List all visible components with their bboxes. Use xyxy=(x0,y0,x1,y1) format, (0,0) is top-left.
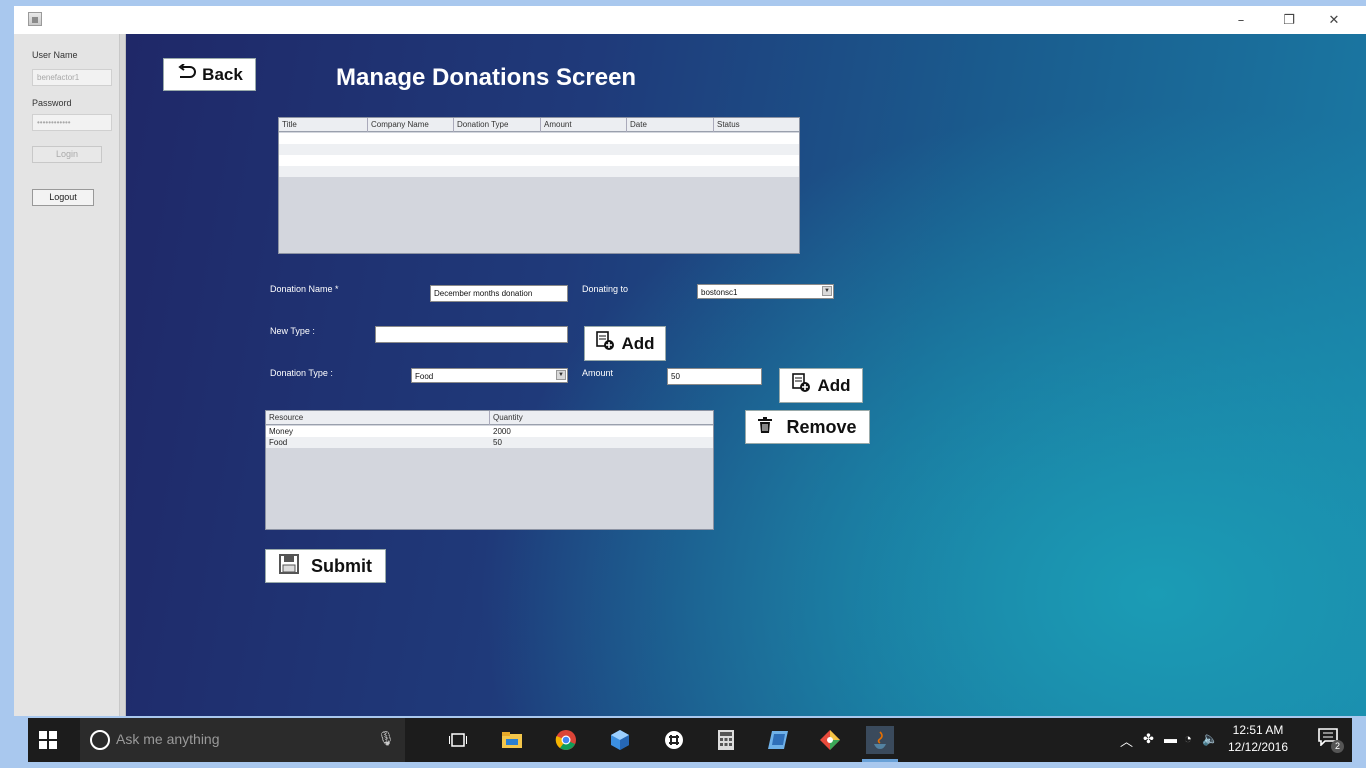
column-amount[interactable]: Amount xyxy=(541,118,627,132)
cortana-search-box[interactable]: Ask me anything 🎙 xyxy=(80,718,405,762)
column-resource[interactable]: Resource xyxy=(266,411,490,425)
table-row[interactable]: Food 50 xyxy=(266,437,713,448)
resource-cell: Food xyxy=(269,438,288,447)
column-date[interactable]: Date xyxy=(627,118,714,132)
java-app-icon xyxy=(28,12,42,26)
chevron-up-icon[interactable]: ︿ xyxy=(1120,731,1133,750)
add-document-icon xyxy=(595,331,615,356)
donation-name-label: Donation Name * xyxy=(270,284,339,294)
wifi-icon[interactable]: ◔ xyxy=(1184,731,1192,746)
remove-label: Remove xyxy=(786,416,857,437)
new-type-label: New Type : xyxy=(270,326,315,336)
password-field[interactable]: •••••••••••• xyxy=(32,114,112,131)
resource-cell: Money xyxy=(269,427,294,436)
resources-table-header: Resource Quantity xyxy=(266,411,713,425)
calculator-icon[interactable] xyxy=(712,726,740,754)
donating-to-value: bostonsc1 xyxy=(701,288,738,297)
manage-donations-panel: Back Manage Donations Screen Title Compa… xyxy=(126,34,1366,716)
username-field[interactable]: benefactor1 xyxy=(32,69,112,86)
column-status[interactable]: Status xyxy=(714,118,799,132)
notebook-app-icon[interactable] xyxy=(764,726,792,754)
windows-taskbar: Ask me anything 🎙 ︿ ✤ ▬ ◔ 🔈 12:51 AM 12/… xyxy=(28,718,1352,762)
battery-icon[interactable]: ▬ xyxy=(1164,731,1177,746)
java-app-taskbar-icon[interactable] xyxy=(862,726,898,762)
clock-date[interactable]: 12/12/2016 xyxy=(1218,740,1298,754)
task-view-icon[interactable] xyxy=(444,726,472,754)
amount-input[interactable]: 50 xyxy=(667,368,762,385)
add-resource-button[interactable]: Add xyxy=(779,368,863,403)
logout-button[interactable]: Logout xyxy=(32,189,94,206)
donating-to-label: Donating to xyxy=(582,284,629,294)
add-document-icon xyxy=(791,373,811,398)
page-title: Manage Donations Screen xyxy=(336,64,637,91)
windows-start-icon[interactable] xyxy=(38,730,58,750)
quantity-cell: 2000 xyxy=(493,427,511,436)
git-app-icon[interactable] xyxy=(816,726,844,754)
chevron-down-icon: ▼ xyxy=(822,286,832,296)
action-center-icon[interactable]: 2 xyxy=(1318,728,1344,753)
clock-time[interactable]: 12:51 AM xyxy=(1218,723,1298,737)
trash-icon xyxy=(758,416,773,438)
username-label: User Name xyxy=(32,50,78,60)
password-label: Password xyxy=(32,98,72,108)
add-type-button[interactable]: Add xyxy=(584,326,666,361)
undo-arrow-icon xyxy=(176,63,197,85)
donations-table[interactable]: Title Company Name Donation Type Amount … xyxy=(278,117,800,254)
new-type-input[interactable] xyxy=(375,326,568,343)
donation-type-label: Donation Type : xyxy=(270,368,333,378)
amount-label: Amount xyxy=(582,368,614,378)
column-quantity[interactable]: Quantity xyxy=(490,411,713,425)
column-company-name[interactable]: Company Name xyxy=(368,118,454,132)
back-label: Back xyxy=(202,64,243,84)
submit-label: Submit xyxy=(311,555,372,576)
submit-button[interactable]: Submit xyxy=(265,549,386,583)
network-app-icon[interactable]: ✤ xyxy=(1143,731,1154,747)
table-row[interactable] xyxy=(279,133,799,144)
login-button[interactable]: Login xyxy=(32,146,102,163)
table-row[interactable] xyxy=(279,144,799,155)
donation-name-input[interactable]: December months donation xyxy=(430,285,568,302)
restore-button[interactable]: ❐ xyxy=(1267,10,1311,32)
donating-to-dropdown[interactable]: bostonsc1 ▼ xyxy=(697,284,834,299)
login-panel: User Name benefactor1 Password •••••••••… xyxy=(14,34,120,716)
app-window: – ❐ ✕ User Name benefactor1 Password •••… xyxy=(14,6,1366,716)
close-button[interactable]: ✕ xyxy=(1312,10,1356,32)
save-floppy-icon xyxy=(279,553,299,579)
table-row[interactable]: Money 2000 xyxy=(266,426,713,437)
donation-type-value: Food xyxy=(415,372,434,381)
notification-count-badge: 2 xyxy=(1331,740,1344,753)
back-button[interactable]: Back xyxy=(163,58,256,91)
donations-table-header: Title Company Name Donation Type Amount … xyxy=(279,118,799,132)
slack-icon[interactable] xyxy=(660,726,688,754)
column-donation-type[interactable]: Donation Type xyxy=(454,118,541,132)
search-placeholder: Ask me anything xyxy=(116,731,220,747)
volume-icon[interactable]: 🔈 xyxy=(1202,731,1218,747)
microphone-icon[interactable]: 🎙 xyxy=(377,730,395,747)
donation-type-dropdown[interactable]: Food ▼ xyxy=(411,368,568,383)
table-row[interactable] xyxy=(279,166,799,177)
add-resource-label: Add xyxy=(817,375,851,395)
table-row[interactable] xyxy=(279,155,799,166)
file-explorer-icon[interactable] xyxy=(498,726,526,754)
cube-app-icon[interactable] xyxy=(606,726,634,754)
minimize-button[interactable]: – xyxy=(1219,10,1263,32)
title-bar: – ❐ ✕ xyxy=(14,6,1366,34)
chrome-icon[interactable] xyxy=(552,726,580,754)
system-tray: ︿ ✤ ▬ ◔ 🔈 12:51 AM 12/12/2016 2 xyxy=(1112,718,1352,762)
add-type-label: Add xyxy=(621,333,655,353)
resources-table[interactable]: Resource Quantity Money 2000 Food 50 xyxy=(265,410,714,530)
remove-button[interactable]: Remove xyxy=(745,410,870,444)
column-title[interactable]: Title xyxy=(279,118,368,132)
chevron-down-icon: ▼ xyxy=(556,370,566,380)
cortana-icon xyxy=(90,730,110,750)
quantity-cell: 50 xyxy=(493,438,502,447)
